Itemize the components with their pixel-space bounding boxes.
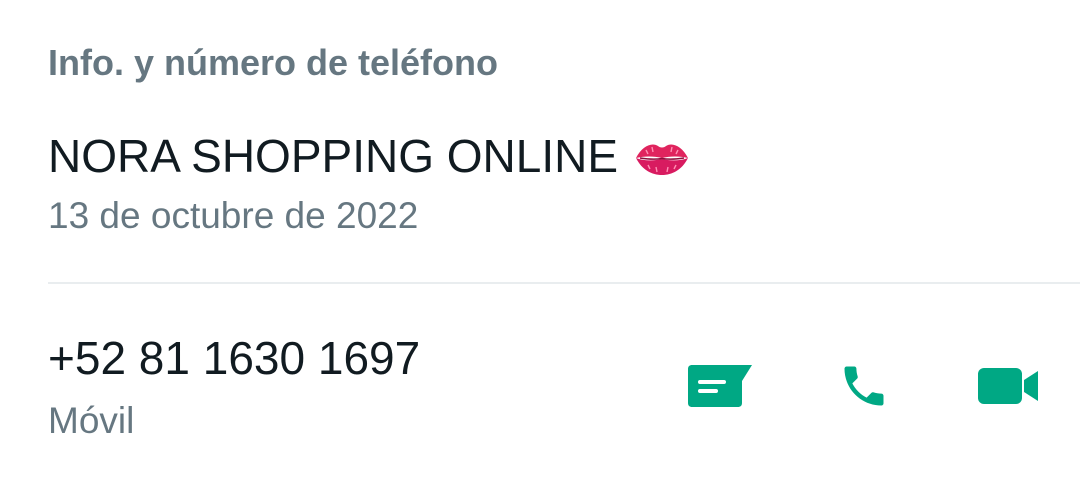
- video-camera-icon: [976, 364, 1040, 413]
- about-row[interactable]: NORA SHOPPING ONLINE: [48, 128, 690, 184]
- call-button[interactable]: [832, 362, 896, 414]
- divider: [48, 282, 1080, 284]
- about-date: 13 de octubre de 2022: [48, 195, 419, 236]
- phone-icon: [836, 360, 892, 417]
- section-title: Info. y número de teléfono: [48, 42, 499, 83]
- video-call-button[interactable]: [976, 362, 1040, 414]
- phone-number[interactable]: +52 81 1630 1697: [48, 330, 420, 386]
- message-icon: [686, 363, 754, 414]
- kiss-mark-icon: [634, 138, 690, 178]
- phone-type-label: Móvil: [48, 400, 135, 441]
- message-button[interactable]: [688, 362, 752, 414]
- about-text: NORA SHOPPING ONLINE: [48, 130, 619, 182]
